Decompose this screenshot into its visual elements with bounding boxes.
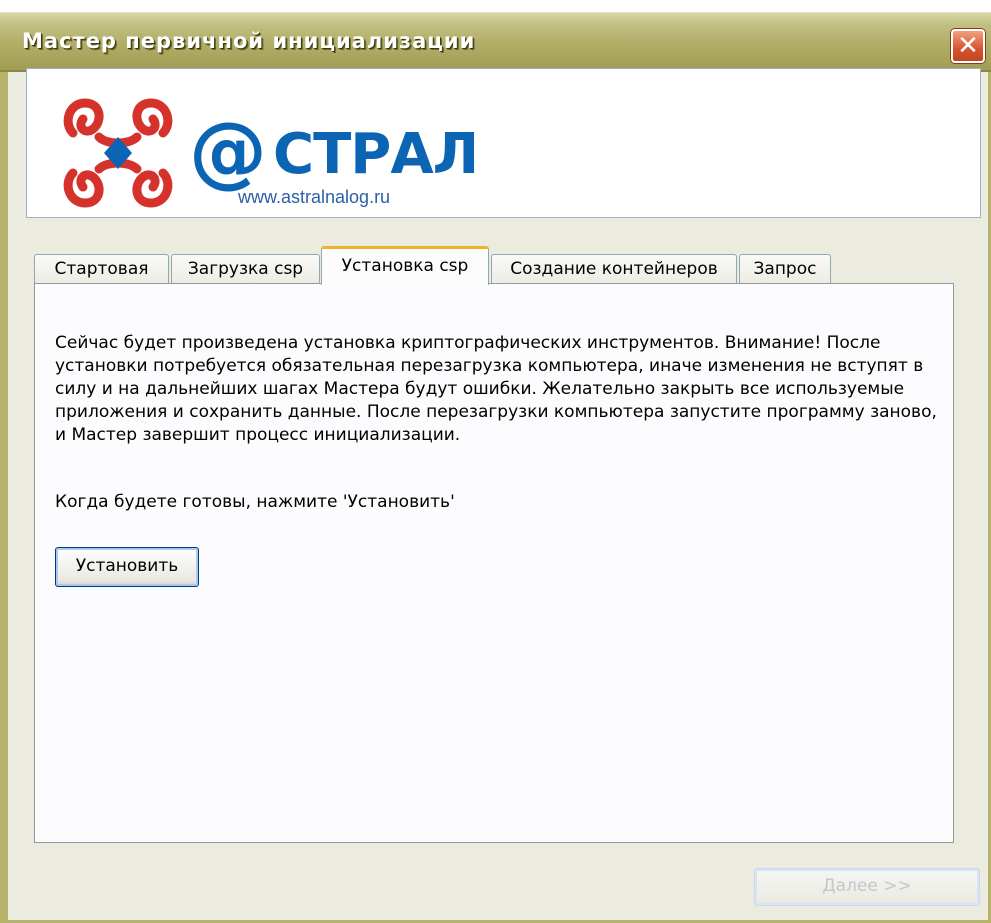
tab-start[interactable]: Стартовая: [34, 254, 169, 284]
wizard-tabs: Стартовая Загрузка csp Установка csp Соз…: [34, 246, 954, 285]
window-title: Мастер первичной инициализации: [22, 29, 476, 53]
astral-knot-logo: [63, 98, 173, 208]
brand-at-symbol: @: [189, 107, 267, 197]
install-prompt: Когда будете готовы, нажмите 'Установить…: [55, 492, 455, 512]
tab-create-containers[interactable]: Создание контейнеров: [491, 254, 737, 284]
close-icon: ✕: [957, 31, 979, 61]
brand-banner: @ СТРАЛ www.astralnalog.ru: [26, 68, 981, 218]
install-button[interactable]: Установить: [55, 547, 199, 587]
tab-request[interactable]: Запрос: [739, 254, 831, 284]
close-button[interactable]: ✕: [951, 29, 985, 63]
brand-url: www.astralnalog.ru: [238, 187, 391, 207]
tab-csp-install[interactable]: Установка csp: [321, 246, 489, 285]
next-button[interactable]: Далее >>: [754, 868, 980, 906]
title-bar[interactable]: Мастер первичной инициализации ✕: [0, 12, 991, 72]
tab-csp-download[interactable]: Загрузка csp: [171, 254, 320, 284]
brand-name: СТРАЛ: [273, 122, 479, 187]
desktop-background: [0, 0, 991, 12]
tab-panel: Сейчас будет произведена установка крипт…: [34, 283, 954, 843]
install-description: Сейчас будет произведена установка крипт…: [55, 333, 937, 445]
